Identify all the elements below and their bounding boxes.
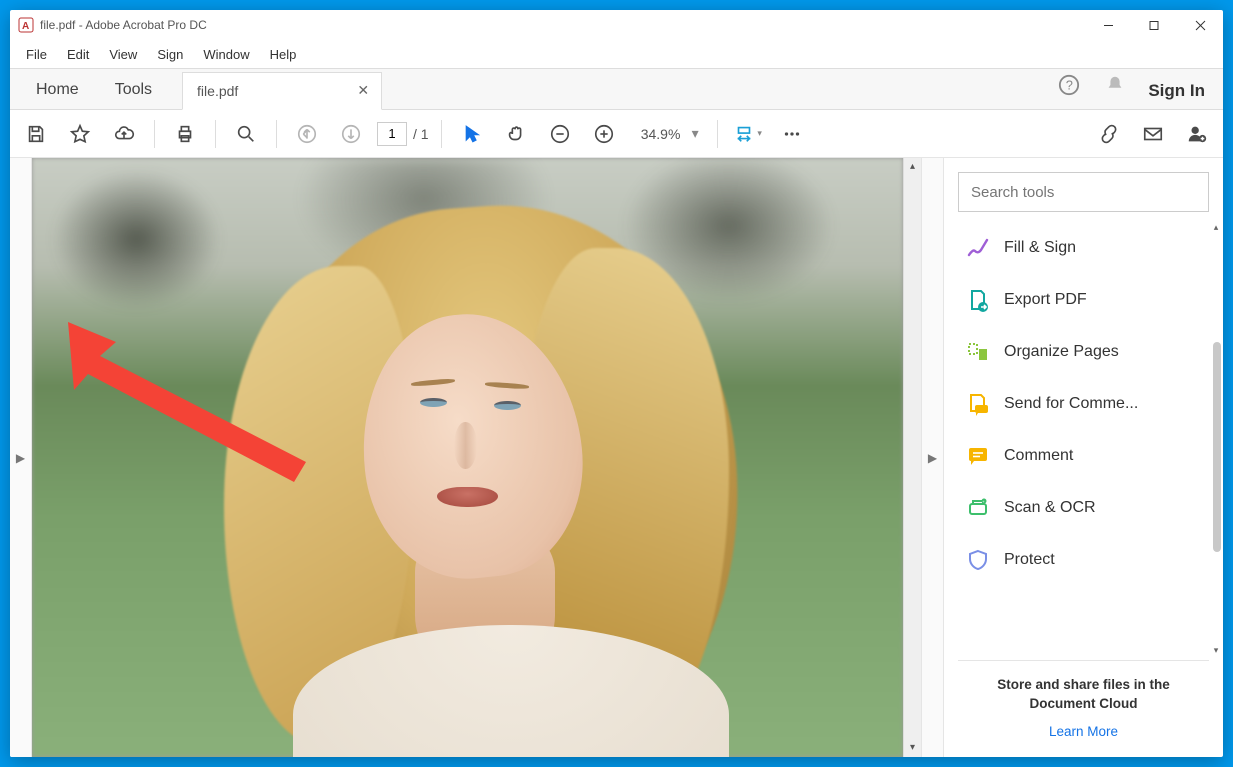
menu-view[interactable]: View [99,44,147,65]
menu-window[interactable]: Window [193,44,259,65]
zoom-value: 34.9% [636,126,686,142]
tool-label: Organize Pages [1004,343,1119,361]
fit-width-icon[interactable]: ▾ [730,116,766,152]
page-indicator: / 1 [377,122,429,146]
promo-text-1: Store and share files in the [997,677,1170,692]
tools-panel: Fill & Sign Export PDF Organize Pages Se… [943,158,1223,757]
selection-arrow-icon[interactable] [454,116,490,152]
document-tab-label: file.pdf [197,83,238,99]
organize-icon [966,340,990,364]
zoom-in-icon[interactable] [586,116,622,152]
promo-text-2: Document Cloud [1030,696,1138,711]
menu-help[interactable]: Help [260,44,307,65]
window-minimize-button[interactable] [1085,10,1131,40]
tool-protect[interactable]: Protect [944,534,1207,586]
more-tools-icon[interactable] [774,116,810,152]
tool-comment[interactable]: Comment [944,430,1207,482]
tool-export-pdf[interactable]: Export PDF [944,274,1207,326]
nav-pane-toggle-left[interactable]: ▶ [10,158,32,757]
close-tab-icon[interactable]: ✕ [337,82,369,99]
share-link-icon[interactable] [1091,116,1127,152]
app-icon: A [18,17,34,33]
tab-home[interactable]: Home [18,71,97,109]
tab-tools[interactable]: Tools [97,71,170,109]
svg-text:A: A [22,21,29,32]
page-current-input[interactable] [377,122,407,146]
tool-label: Send for Comme... [1004,395,1138,413]
document-view[interactable]: ▴ ▾ [32,158,921,757]
tab-row: Home Tools file.pdf ✕ ? Sign In [10,68,1223,110]
shield-icon [966,548,990,572]
email-icon[interactable] [1135,116,1171,152]
tool-send-for-comments[interactable]: Send for Comme... [944,378,1207,430]
scroll-up-icon[interactable]: ▴ [904,158,921,176]
search-tools-input[interactable] [958,172,1209,212]
print-icon[interactable] [167,116,203,152]
menu-sign[interactable]: Sign [147,44,193,65]
help-icon[interactable]: ? [1046,66,1092,109]
tool-label: Export PDF [1004,291,1087,309]
export-pdf-icon [966,288,990,312]
chevron-down-icon: ▾ [692,125,699,142]
menu-edit[interactable]: Edit [57,44,99,65]
title-bar: A file.pdf - Adobe Acrobat Pro DC [10,10,1223,40]
notifications-icon[interactable] [1092,66,1138,109]
chevron-right-icon: ▶ [928,451,937,465]
scroll-down-icon[interactable]: ▾ [904,739,921,757]
tool-label: Fill & Sign [1004,239,1076,257]
sign-in-button[interactable]: Sign In [1138,73,1215,109]
learn-more-link[interactable]: Learn More [1049,724,1118,739]
page-total: 1 [421,126,429,142]
vertical-scrollbar[interactable]: ▴ ▾ [903,158,921,757]
zoom-out-icon[interactable] [542,116,578,152]
page-sep: / [413,126,417,142]
tool-scan-ocr[interactable]: + Scan & OCR [944,482,1207,534]
tool-fill-and-sign[interactable]: Fill & Sign [944,222,1207,274]
window-maximize-button[interactable] [1131,10,1177,40]
add-people-icon[interactable] [1179,116,1215,152]
star-icon[interactable] [62,116,98,152]
tool-label: Comment [1004,447,1073,465]
sign-pen-icon [966,236,990,260]
nav-pane-toggle-right[interactable]: ▶ [921,158,943,757]
menu-bar: File Edit View Sign Window Help [10,40,1223,68]
tools-scrollbar[interactable]: ▴▾ [1213,222,1221,656]
cloud-upload-icon[interactable] [106,116,142,152]
prev-page-icon[interactable] [289,116,325,152]
svg-text:?: ? [1066,78,1073,93]
cloud-promo: Store and share files in the Document Clo… [944,661,1223,757]
send-comment-icon [966,392,990,416]
tool-label: Scan & OCR [1004,499,1096,517]
toolbar: / 1 34.9% ▾ ▾ [10,110,1223,158]
chevron-right-icon: ▶ [16,451,25,465]
save-icon[interactable] [18,116,54,152]
menu-file[interactable]: File [16,44,57,65]
tool-label: Protect [1004,551,1055,569]
hand-pan-icon[interactable] [498,116,534,152]
scan-icon: + [966,496,990,520]
next-page-icon[interactable] [333,116,369,152]
zoom-dropdown[interactable]: 34.9% ▾ [630,125,705,142]
tool-organize-pages[interactable]: Organize Pages [944,326,1207,378]
window-close-button[interactable] [1177,10,1223,40]
comment-icon [966,444,990,468]
document-tab[interactable]: file.pdf ✕ [182,72,382,110]
document-page-image [32,158,903,757]
window-title: file.pdf - Adobe Acrobat Pro DC [40,18,207,32]
find-icon[interactable] [228,116,264,152]
